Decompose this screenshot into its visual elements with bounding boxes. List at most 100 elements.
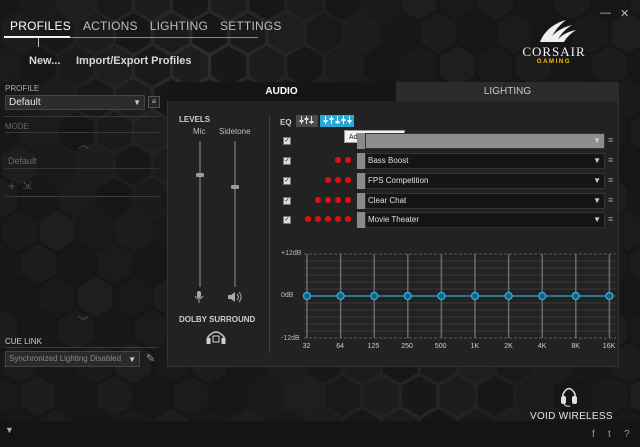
headset-device-icon[interactable]: [560, 384, 578, 408]
eq-frequency-label: 16K: [602, 343, 616, 350]
mic-slider-track[interactable]: [199, 141, 201, 287]
chevron-up-icon[interactable]: ︿: [78, 136, 89, 152]
preset-select[interactable]: FPS Competition ▼: [365, 173, 605, 189]
hex-tile: [630, 182, 640, 214]
chevron-down-icon[interactable]: ﹀: [78, 313, 89, 329]
preset-checkbox[interactable]: ✓: [283, 177, 291, 185]
preset-select[interactable]: Movie Theater ▼: [365, 212, 605, 228]
import-mode-icon[interactable]: ⇲: [22, 179, 31, 192]
preset-checkbox[interactable]: ✓: [283, 157, 291, 165]
mode-select[interactable]: Default: [5, 154, 159, 169]
eq-band-handle[interactable]: [504, 291, 513, 301]
chevron-down-icon: ▼: [593, 156, 601, 165]
hex-tile: [325, 376, 361, 416]
levels-title: LEVELS: [179, 115, 211, 124]
eq-band-handle[interactable]: [537, 291, 547, 301]
hex-tile: [135, 310, 170, 350]
preset-shortcut-dots: [301, 216, 355, 224]
bottom-bar: [0, 421, 640, 447]
preset-dot: [335, 177, 341, 183]
hex-tile: [249, 376, 285, 416]
eq-frequency-label: 250: [401, 343, 413, 350]
eq-frequency-label: 500: [434, 343, 447, 350]
preset-menu-icon[interactable]: ≡: [608, 214, 613, 224]
close-button[interactable]: ✕: [620, 7, 629, 20]
profile-select-value: Default: [9, 97, 41, 108]
hex-tile: [344, 13, 380, 53]
facebook-icon[interactable]: f: [592, 429, 595, 440]
chevron-down-icon: ▼: [593, 176, 601, 185]
chevron-down-icon: ▼: [593, 136, 601, 145]
preset-menu-icon[interactable]: ≡: [608, 155, 613, 165]
profile-select[interactable]: Default ▼: [5, 95, 145, 110]
hex-tile: [0, 46, 18, 86]
chevron-down-icon: ▼: [133, 98, 141, 107]
preset-dot: [315, 216, 321, 222]
preset-dot: [325, 197, 331, 203]
eq-graph[interactable]: [280, 248, 620, 348]
preset-menu-icon[interactable]: ≡: [608, 175, 613, 185]
sidetone-slider-track[interactable]: [234, 141, 236, 287]
hex-tile: [77, 211, 113, 251]
eq-preset-row: ✓ ▼ ≡: [283, 133, 618, 149]
sidetone-slider-thumb[interactable]: [231, 184, 239, 189]
eq-band-handle[interactable]: [437, 291, 446, 301]
preset-checkbox[interactable]: ✓: [283, 216, 291, 224]
minimize-button[interactable]: —: [600, 7, 611, 19]
hex-tile: [630, 380, 640, 412]
preset-menu-icon[interactable]: ≡: [608, 195, 613, 205]
tab-lighting[interactable]: LIGHTING: [396, 82, 619, 101]
preset-checkbox[interactable]: ✓: [283, 197, 291, 205]
eq-band-handle[interactable]: [605, 291, 614, 301]
collapse-arrow-icon[interactable]: ▼: [5, 425, 14, 435]
mic-slider-thumb[interactable]: [196, 173, 204, 178]
edit-pencil-icon[interactable]: ✎: [146, 352, 155, 365]
preset-dot: [345, 216, 351, 222]
nav-lighting[interactable]: LIGHTING: [150, 19, 208, 33]
advanced-mode-button[interactable]: [320, 115, 354, 127]
eq-band-handle[interactable]: [336, 291, 345, 301]
hex-tile: [478, 46, 513, 86]
hex-tile: [363, 46, 399, 86]
preset-dot: [335, 197, 341, 203]
divider: [5, 132, 159, 133]
preset-dot: [345, 197, 351, 203]
chevron-down-icon: ▼: [593, 196, 601, 205]
preset-dot: [325, 216, 331, 222]
hex-tile: [211, 376, 246, 416]
twitter-icon[interactable]: t: [608, 429, 611, 440]
microphone-icon[interactable]: [193, 290, 205, 304]
hex-tile: [630, 314, 640, 346]
preset-select[interactable]: Clear Chat ▼: [365, 193, 605, 209]
speaker-icon[interactable]: [227, 291, 243, 303]
preset-checkbox[interactable]: ✓: [283, 137, 291, 145]
preset-color-bar: [357, 153, 365, 169]
nav-actions[interactable]: ACTIONS: [83, 19, 138, 33]
simple-mode-button[interactable]: [296, 115, 318, 127]
hex-tile: [306, 13, 342, 53]
hex-tile: [249, 46, 285, 86]
import-export-link[interactable]: Import/Export Profiles: [76, 55, 192, 67]
eq-band-handle[interactable]: [571, 291, 581, 301]
add-mode-icon[interactable]: +: [8, 178, 16, 193]
eq-band-handle[interactable]: [403, 291, 413, 301]
hex-tile: [97, 244, 132, 284]
hex-tile: [39, 211, 75, 251]
dolby-headphones-icon[interactable]: [205, 329, 227, 345]
tab-audio[interactable]: AUDIO: [167, 82, 396, 101]
new-profile-link[interactable]: New...: [29, 55, 60, 67]
preset-select[interactable]: ▼: [365, 133, 605, 149]
preset-select[interactable]: Bass Boost ▼: [365, 153, 605, 169]
help-icon[interactable]: ?: [624, 429, 630, 440]
preset-menu-icon[interactable]: ≡: [608, 135, 613, 145]
eq-band-handle[interactable]: [470, 291, 480, 301]
hex-tile: [630, 116, 640, 148]
eq-band-handle[interactable]: [369, 291, 379, 301]
nav-profiles[interactable]: PROFILES: [10, 19, 71, 33]
nav-settings[interactable]: SETTINGS: [220, 19, 282, 33]
profile-menu-button[interactable]: ≡: [148, 96, 160, 108]
eq-band-handle[interactable]: [302, 291, 312, 301]
hex-tile: [77, 277, 113, 317]
preset-dot: [345, 157, 351, 163]
cue-link-select[interactable]: Synchronized Lighting Disabled ▼: [5, 351, 140, 367]
